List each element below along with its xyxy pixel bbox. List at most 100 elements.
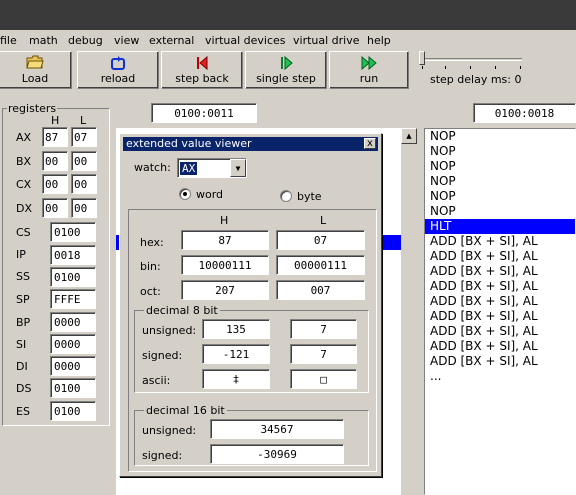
register-name-ax: AX	[16, 131, 32, 144]
register-bp[interactable]: 0000	[50, 312, 96, 332]
watch-select-value: AX	[178, 160, 199, 176]
disassembly-row[interactable]: ...	[425, 369, 575, 384]
register-bx-l[interactable]: 00	[71, 151, 97, 171]
register-si[interactable]: 0000	[50, 334, 96, 354]
radio-word[interactable]	[179, 188, 191, 200]
disassembly-row[interactable]: ADD [BX + SI], AL	[425, 249, 575, 264]
unsigned-16-field[interactable]: 34567	[210, 419, 344, 439]
register-cx-l[interactable]: 00	[71, 174, 97, 194]
column-h-header: H	[220, 214, 229, 227]
register-bx-h[interactable]: 00	[42, 151, 68, 171]
run-button[interactable]: run	[329, 51, 409, 89]
memory-list-scrollbar[interactable]: ▲	[401, 128, 418, 495]
memory-address-field[interactable]: 0100:0011	[151, 103, 257, 123]
load-button[interactable]: Load	[0, 51, 72, 89]
register-name-bx: BX	[16, 155, 32, 168]
ascii-h-field[interactable]: ‡	[202, 369, 270, 389]
signed-l-field[interactable]: 7	[290, 344, 357, 364]
disassembly-row[interactable]: HLT	[425, 219, 575, 234]
disassembly-row[interactable]: ADD [BX + SI], AL	[425, 279, 575, 294]
register-sp[interactable]: FFFE	[50, 289, 96, 309]
single-step-button[interactable]: single step	[245, 51, 327, 89]
disassembly-row[interactable]: ADD [BX + SI], AL	[425, 354, 575, 369]
register-name-si: SI	[16, 338, 27, 351]
disasm-address-field[interactable]: 0100:0018	[473, 103, 576, 123]
register-cx-h[interactable]: 00	[42, 174, 68, 194]
signed-h-field[interactable]: -121	[202, 344, 270, 364]
ascii-l-field[interactable]: □	[290, 369, 357, 389]
column-l-header: L	[320, 214, 327, 227]
folder-icon	[26, 55, 44, 72]
disassembly-row[interactable]: ADD [BX + SI], AL	[425, 324, 575, 339]
registers-title: registers	[7, 102, 58, 115]
menu-virtual-drive[interactable]: virtual drive	[293, 34, 360, 47]
menu-help[interactable]: help	[367, 34, 391, 47]
oct-l-field[interactable]: 007	[276, 280, 365, 300]
chevron-down-icon[interactable]: ▼	[230, 159, 246, 177]
register-ds[interactable]: 0100	[50, 378, 96, 398]
register-name-sp: SP	[16, 293, 30, 306]
register-ss[interactable]: 0100	[50, 267, 96, 287]
disassembly-row[interactable]: ADD [BX + SI], AL	[425, 294, 575, 309]
disassembly-row[interactable]: ADD [BX + SI], AL	[425, 339, 575, 354]
register-es[interactable]: 0100	[50, 401, 96, 421]
register-name-ip: IP	[16, 248, 26, 261]
disassembly-row[interactable]: NOP	[425, 189, 575, 204]
register-dx-h[interactable]: 00	[42, 198, 68, 218]
disassembly-row[interactable]: NOP	[425, 159, 575, 174]
disassembly-list[interactable]: NOP NOP NOP NOP NOP NOP HLT ADD [BX + SI], AL AD…	[424, 128, 576, 495]
bin-label: bin:	[140, 260, 161, 273]
scroll-up-arrow-icon[interactable]: ▲	[401, 128, 417, 144]
disassembly-row[interactable]: ADD [BX + SI], AL	[425, 234, 575, 249]
reload-button[interactable]: reload	[77, 51, 159, 89]
disassembly-row[interactable]: ADD [BX + SI], AL	[425, 264, 575, 279]
step-back-button[interactable]: step back	[161, 51, 243, 89]
disassembly-row[interactable]: ADD [BX + SI], AL	[425, 309, 575, 324]
register-cs[interactable]: 0100	[50, 222, 96, 242]
menu-file[interactable]: file	[0, 34, 17, 47]
register-ax-l[interactable]: 07	[71, 127, 97, 147]
hex-label: hex:	[140, 236, 164, 249]
disassembly-row[interactable]: NOP	[425, 204, 575, 219]
step-delay-slider-thumb[interactable]	[419, 51, 425, 65]
hex-l-field[interactable]: 07	[276, 230, 365, 250]
oct-h-field[interactable]: 207	[181, 280, 269, 300]
watch-label: watch:	[134, 161, 171, 174]
register-di[interactable]: 0000	[50, 356, 96, 376]
register-name-bp: BP	[16, 316, 31, 329]
signed-16-field[interactable]: -30969	[210, 444, 344, 464]
disassembly-row[interactable]: NOP	[425, 129, 575, 144]
oct-label: oct:	[140, 285, 161, 298]
menu-external[interactable]: external	[149, 34, 194, 47]
disassembly-row[interactable]: NOP	[425, 144, 575, 159]
slider-tick	[422, 66, 423, 69]
disassembly-row[interactable]: NOP	[425, 174, 575, 189]
slider-tick	[470, 66, 471, 69]
step-delay-slider[interactable]	[422, 58, 522, 61]
radio-byte[interactable]	[280, 190, 292, 202]
watch-select[interactable]: AX ▼	[177, 158, 247, 178]
menu-virtual-devices[interactable]: virtual devices	[205, 34, 286, 47]
slider-tick	[495, 66, 496, 69]
register-dx-l[interactable]: 00	[71, 198, 97, 218]
hex-h-field[interactable]: 87	[181, 230, 269, 250]
close-icon[interactable]: x	[364, 138, 376, 149]
decimal-8bit-title: decimal 8 bit	[144, 304, 220, 317]
unsigned-l-field[interactable]: 7	[290, 319, 357, 339]
menu-debug[interactable]: debug	[68, 34, 103, 47]
radio-word-label: word	[196, 188, 224, 201]
dialog-titlebar[interactable]: extended value viewer x	[123, 137, 378, 151]
register-ax-h[interactable]: 87	[42, 127, 68, 147]
ascii-label: ascii:	[142, 374, 171, 387]
signed-16-label: signed:	[142, 449, 183, 462]
register-name-dx: DX	[16, 202, 33, 215]
menu-math[interactable]: math	[29, 34, 58, 47]
menu-view[interactable]: view	[114, 34, 139, 47]
register-ip[interactable]: 0018	[50, 245, 96, 265]
unsigned-16-label: unsigned:	[142, 424, 197, 437]
register-h-header: H	[51, 114, 60, 127]
bin-l-field[interactable]: 00000111	[276, 255, 365, 275]
register-name-cs: CS	[16, 226, 31, 239]
unsigned-h-field[interactable]: 135	[202, 319, 270, 339]
bin-h-field[interactable]: 10000111	[181, 255, 269, 275]
